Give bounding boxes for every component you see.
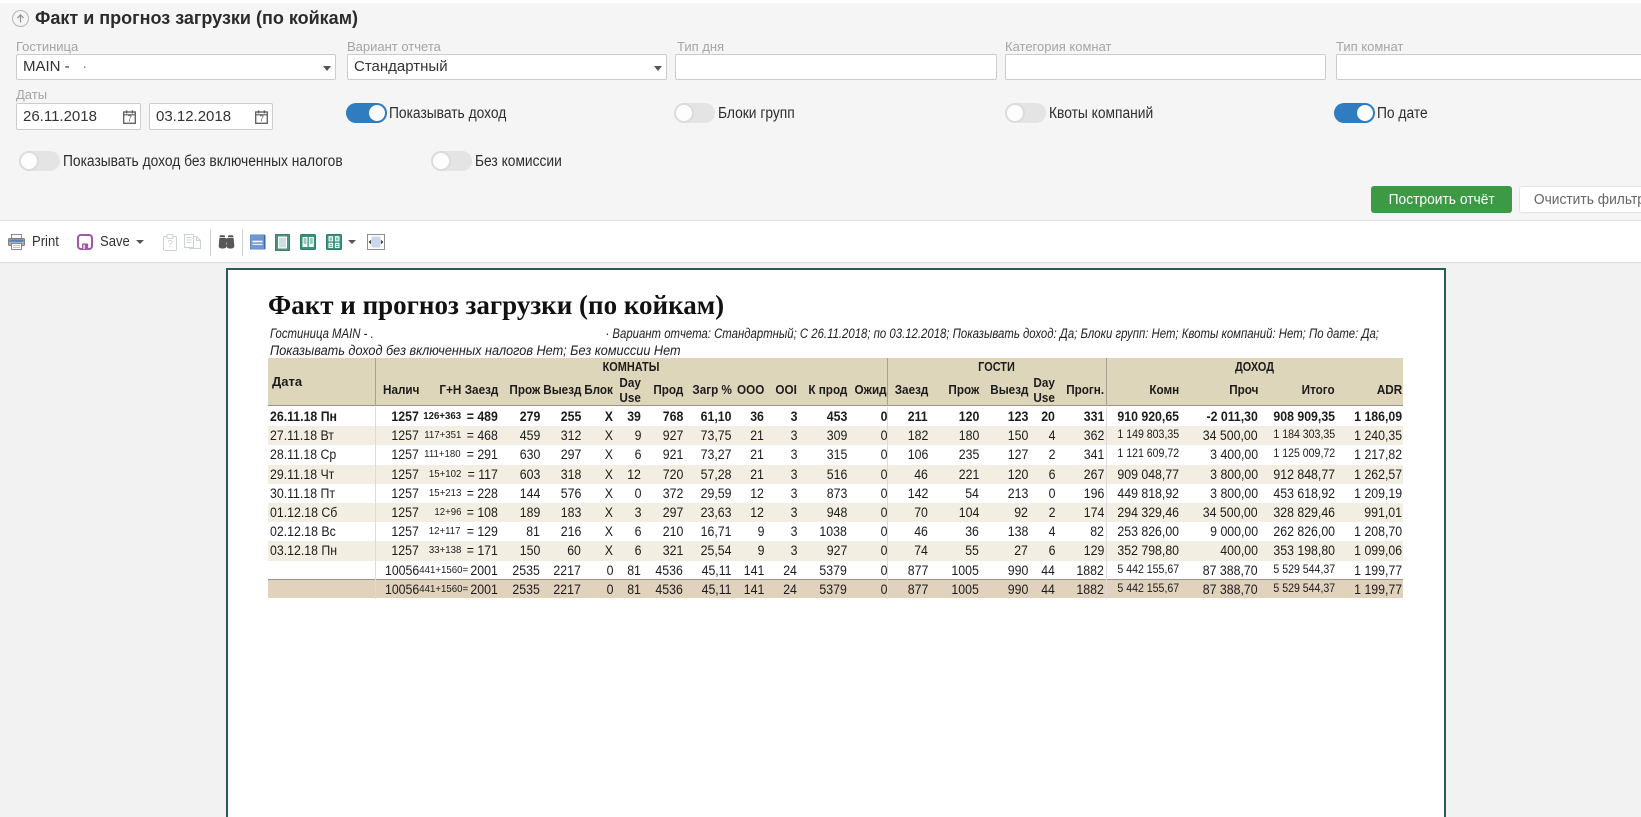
svg-text:7: 7 <box>259 115 264 124</box>
svg-text:?: ? <box>167 239 173 250</box>
svg-text:7: 7 <box>127 115 132 124</box>
